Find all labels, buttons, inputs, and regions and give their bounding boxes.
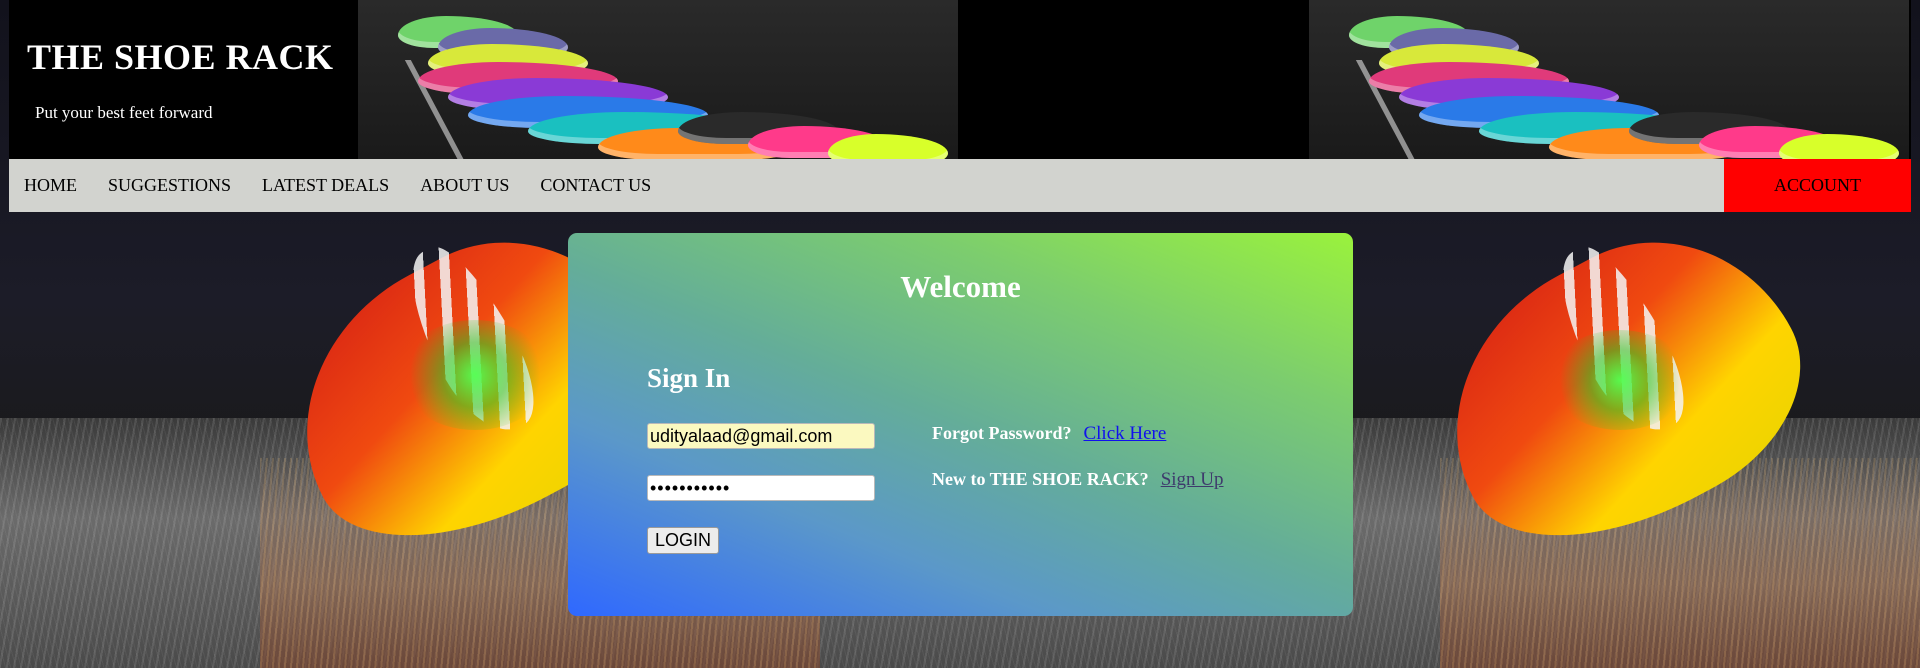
brand-block: THE SHOE RACK Put your best feet forward [9, 0, 358, 159]
nav-latest-deals[interactable]: LATEST DEALS [247, 159, 405, 212]
main-nav: HOME SUGGESTIONS LATEST DEALS ABOUT US C… [9, 159, 1911, 212]
nav-about-us[interactable]: ABOUT US [405, 159, 525, 212]
password-input[interactable] [647, 475, 875, 501]
email-input[interactable] [647, 423, 875, 449]
nav-home[interactable]: HOME [9, 159, 93, 212]
forgot-password-row: Forgot Password? Click Here [932, 423, 1166, 445]
forgot-password-label: Forgot Password? [932, 423, 1072, 443]
sneakers-banner-right [1309, 0, 1909, 159]
signup-row: New to THE SHOE RACK? Sign Up [932, 469, 1224, 491]
glow-decoration [400, 320, 550, 430]
nav-contact-us[interactable]: CONTACT US [525, 159, 667, 212]
forgot-password-link[interactable]: Click Here [1083, 423, 1166, 444]
nav-suggestions[interactable]: SUGGESTIONS [93, 159, 247, 212]
sign-in-heading: Sign In [647, 363, 731, 393]
login-card: Welcome Sign In LOGIN Forgot Password? Cl… [568, 233, 1353, 616]
account-button[interactable]: ACCOUNT [1724, 159, 1911, 212]
new-user-label: New to THE SHOE RACK? [932, 469, 1149, 489]
site-tagline: Put your best feet forward [35, 103, 213, 122]
welcome-heading: Welcome [900, 269, 1021, 304]
sign-up-link[interactable]: Sign Up [1161, 469, 1224, 490]
sneakers-banner-left [358, 0, 958, 159]
site-title: THE SHOE RACK [27, 37, 334, 77]
site-header: THE SHOE RACK Put your best feet forward [9, 0, 1911, 159]
login-button[interactable]: LOGIN [647, 527, 720, 554]
glow-decoration [1550, 330, 1690, 430]
